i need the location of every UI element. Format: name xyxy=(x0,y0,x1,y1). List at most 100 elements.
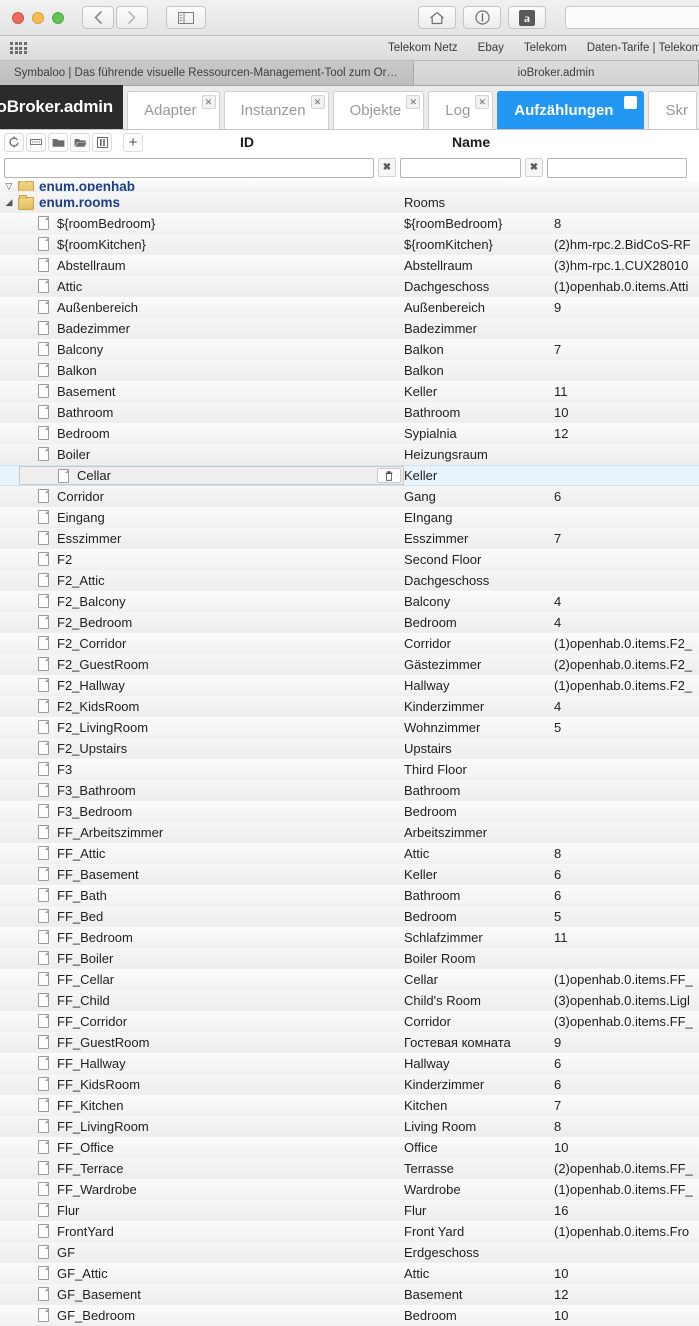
reader-shield-button[interactable] xyxy=(463,6,501,29)
bookmark-item[interactable]: Daten-Tarife | Telekom xyxy=(587,42,699,54)
collapse-folders-button[interactable] xyxy=(48,132,68,152)
refresh-button[interactable] xyxy=(4,132,24,152)
table-row[interactable]: FF_KidsRoom Kinderzimmer 6 xyxy=(0,1074,699,1095)
filter-name-input[interactable] xyxy=(400,157,521,178)
table-row[interactable]: F2_LivingRoom Wohnzimmer 5 xyxy=(0,717,699,738)
expand-collapse-icon[interactable]: ◢ xyxy=(0,197,18,208)
expand-all-button[interactable] xyxy=(26,132,46,152)
table-row[interactable]: F2_Upstairs Upstairs xyxy=(0,738,699,759)
table-row[interactable]: FF_Child Child's Room (3)openhab.0.items.L… xyxy=(0,990,699,1011)
bookmark-item[interactable]: Telekom xyxy=(524,42,567,54)
table-row[interactable]: F2_GuestRoom Gästezimmer (2)openhab.0.item… xyxy=(0,654,699,675)
clear-name-filter-button[interactable]: ✖ xyxy=(525,158,543,177)
clear-id-filter-button[interactable]: ✖ xyxy=(378,158,396,177)
close-window-button[interactable] xyxy=(12,11,24,24)
table-row[interactable]: FF_GuestRoom Гостевая комната 9 xyxy=(0,1032,699,1053)
table-row[interactable]: Bathroom Bathroom 10 xyxy=(0,402,699,423)
amazon-extension-button[interactable]: a xyxy=(508,6,546,29)
close-icon[interactable]: ✕ xyxy=(475,95,490,109)
browser-tab-iobroker[interactable]: ioBroker.admin xyxy=(414,61,699,85)
table-row[interactable]: GF_Attic Attic 10 xyxy=(0,1263,699,1284)
add-object-button[interactable]: + xyxy=(123,132,143,152)
table-row[interactable]: Badezimmer Badezimmer xyxy=(0,318,699,339)
table-row[interactable]: FF_Terrace Terrasse (2)openhab.0.items.FF_ xyxy=(0,1158,699,1179)
tab-aufzaehlungen[interactable]: Aufzählungen xyxy=(497,91,645,129)
table-row[interactable]: F2 Second Floor xyxy=(0,549,699,570)
bookmark-item[interactable]: Telekom Netz xyxy=(388,42,458,54)
table-row[interactable]: F3_Bedroom Bedroom xyxy=(0,801,699,822)
table-row[interactable]: Bedroom Sypialnia 12 xyxy=(0,423,699,444)
address-bar[interactable] xyxy=(565,6,699,29)
table-row[interactable]: FF_Bedroom Schlafzimmer 11 xyxy=(0,927,699,948)
table-row[interactable]: GF_Bedroom Bedroom 10 xyxy=(0,1305,699,1326)
expand-collapse-icon[interactable]: ▽ xyxy=(0,181,18,191)
table-row[interactable]: GF_Basement Basement 12 xyxy=(0,1284,699,1305)
table-row[interactable]: Balkon Balkon xyxy=(0,360,699,381)
table-row[interactable]: FF_Wardrobe Wardrobe (1)openhab.0.items.FF… xyxy=(0,1179,699,1200)
maximize-window-button[interactable] xyxy=(52,11,64,24)
table-row[interactable]: F2_KidsRoom Kinderzimmer 4 xyxy=(0,696,699,717)
table-row[interactable]: F2_Corridor Corridor (1)openhab.0.items.F2… xyxy=(0,633,699,654)
home-button[interactable] xyxy=(418,6,456,29)
table-row[interactable]: FF_Cellar Cellar (1)openhab.0.items.FF_ xyxy=(0,969,699,990)
table-row[interactable]: F2_Hallway Hallway (1)openhab.0.items.F2_ xyxy=(0,675,699,696)
back-button[interactable] xyxy=(82,6,114,29)
table-row[interactable]: Boiler Heizungsraum xyxy=(0,444,699,465)
table-row[interactable]: Außenbereich Außenbereich 9 xyxy=(0,297,699,318)
browser-tab-symbaloo[interactable]: Symbaloo | Das führende visuelle Ressour… xyxy=(0,61,414,85)
table-row[interactable]: Abstellraum Abstellraum (3)hm-rpc.1.CUX280… xyxy=(0,255,699,276)
filter-id-input[interactable] xyxy=(4,157,374,178)
toggle-columns-button[interactable] xyxy=(92,132,112,152)
toggle-sidebar-button[interactable] xyxy=(166,6,206,29)
tab-instanzen[interactable]: Instanzen ✕ xyxy=(223,91,329,129)
table-row[interactable]: Attic Dachgeschoss (1)openhab.0.items.Atti xyxy=(0,276,699,297)
close-icon[interactable]: ✕ xyxy=(201,95,216,109)
show-all-bookmarks-icon[interactable] xyxy=(10,42,27,54)
table-row[interactable]: FF_Corridor Corridor (3)openhab.0.items.FF… xyxy=(0,1011,699,1032)
table-row[interactable]: ${roomBedroom} ${roomBedroom} 8 xyxy=(0,213,699,234)
table-row[interactable]: Cellar Keller xyxy=(0,465,699,486)
table-row[interactable]: FF_Hallway Hallway 6 xyxy=(0,1053,699,1074)
tab-log[interactable]: Log ✕ xyxy=(428,91,494,129)
expand-folders-button[interactable] xyxy=(70,132,90,152)
table-row[interactable]: FrontYard Front Yard (1)openhab.0.items.Fr… xyxy=(0,1221,699,1242)
table-row[interactable]: FF_Attic Attic 8 xyxy=(0,843,699,864)
table-row[interactable]: Esszimmer Esszimmer 7 xyxy=(0,528,699,549)
tab-objekte[interactable]: Objekte ✕ xyxy=(332,91,425,129)
table-row[interactable]: Balcony Balkon 7 xyxy=(0,339,699,360)
tab-skripte[interactable]: Skr xyxy=(648,91,697,129)
table-row[interactable]: FF_Office Office 10 xyxy=(0,1137,699,1158)
filter-value-input[interactable] xyxy=(547,157,687,178)
table-row[interactable]: FF_Bed Bedroom 5 xyxy=(0,906,699,927)
column-header-id[interactable]: ID xyxy=(240,134,254,150)
table-row[interactable]: FF_Arbeitszimmer Arbeitszimmer xyxy=(0,822,699,843)
table-row[interactable]: Basement Keller 11 xyxy=(0,381,699,402)
table-row[interactable]: F2_Bedroom Bedroom 4 xyxy=(0,612,699,633)
table-row[interactable]: ${roomKitchen} ${roomKitchen} (2)hm-rpc.2.… xyxy=(0,234,699,255)
table-row[interactable]: FF_LivingRoom Living Room 8 xyxy=(0,1116,699,1137)
table-row[interactable]: ◢ enum.rooms Rooms xyxy=(0,192,699,213)
table-row[interactable]: F3_Bathroom Bathroom xyxy=(0,780,699,801)
column-header-name[interactable]: Name xyxy=(452,134,490,150)
table-row[interactable]: Corridor Gang 6 xyxy=(0,486,699,507)
tab-adapter[interactable]: Adapter ✕ xyxy=(126,91,220,129)
table-row[interactable]: F2_Balcony Balcony 4 xyxy=(0,591,699,612)
table-row[interactable]: GF Erdgeschoss xyxy=(0,1242,699,1263)
document-icon xyxy=(38,846,49,860)
table-row[interactable]: FF_Basement Keller 6 xyxy=(0,864,699,885)
table-row[interactable]: F2_Attic Dachgeschoss xyxy=(0,570,699,591)
table-row[interactable]: ▽ enum.openhab xyxy=(0,181,699,192)
table-row[interactable]: Flur Flur 16 xyxy=(0,1200,699,1221)
delete-row-button[interactable] xyxy=(377,468,401,483)
close-icon[interactable] xyxy=(624,96,638,109)
forward-button[interactable] xyxy=(116,6,148,29)
table-row[interactable]: FF_Boiler Boiler Room xyxy=(0,948,699,969)
close-icon[interactable]: ✕ xyxy=(310,95,325,109)
table-row[interactable]: FF_Bath Bathroom 6 xyxy=(0,885,699,906)
close-icon[interactable]: ✕ xyxy=(406,95,421,109)
bookmark-item[interactable]: Ebay xyxy=(478,42,504,54)
table-row[interactable]: FF_Kitchen Kitchen 7 xyxy=(0,1095,699,1116)
table-row[interactable]: F3 Third Floor xyxy=(0,759,699,780)
minimize-window-button[interactable] xyxy=(32,11,44,24)
table-row[interactable]: Eingang EIngang xyxy=(0,507,699,528)
